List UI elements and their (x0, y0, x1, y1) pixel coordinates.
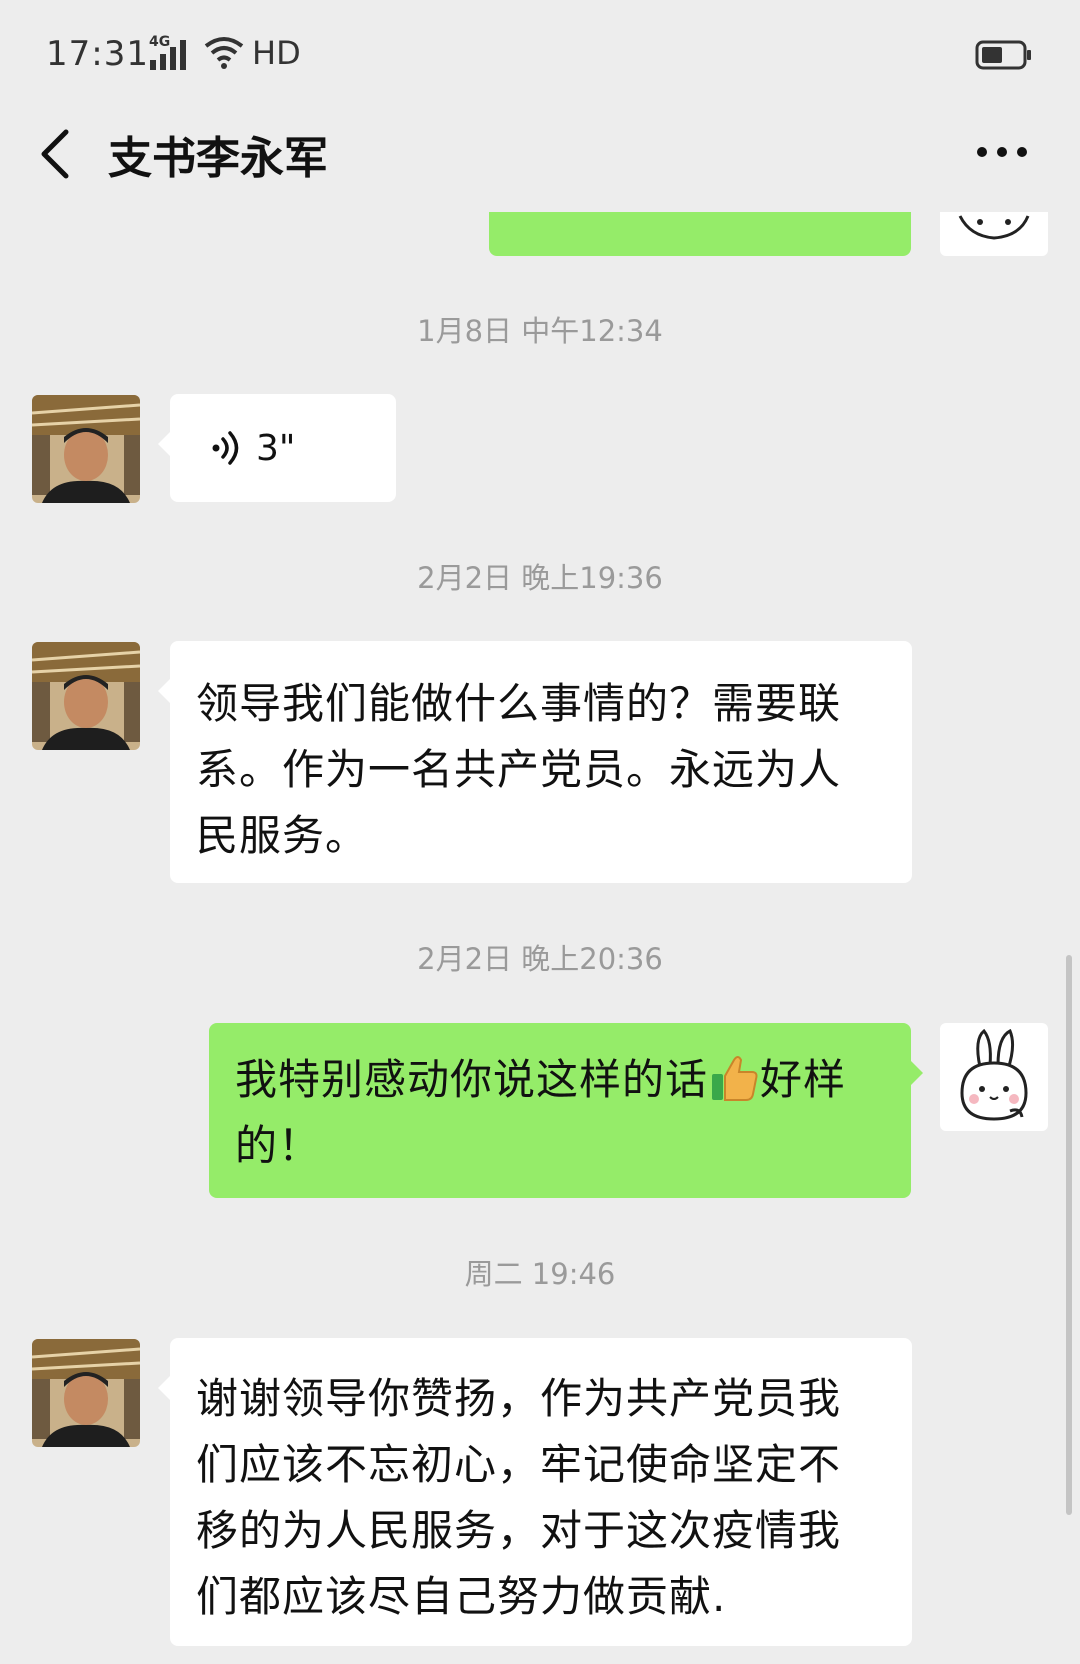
my-avatar[interactable] (940, 212, 1048, 256)
message-line: 系。作为一名共产党员。永远为人 (196, 745, 842, 794)
text-message-bubble[interactable]: 领导我们能做什么事情的？需要联 系。作为一名共产党员。永远为人 民服务。 (158, 641, 912, 883)
voice-wave-icon (212, 431, 239, 465)
message-bubble-partial[interactable] (489, 212, 911, 256)
contact-avatar[interactable] (32, 395, 140, 503)
message-line: 领导我们能做什么事情的？需要联 (196, 679, 842, 728)
hd-label: HD (252, 34, 301, 72)
message-text-segment: 我特别感动你说这样的话 (235, 1055, 709, 1104)
message-line: 们都应该尽自己努力做贡献. (196, 1572, 727, 1621)
status-bar: 17:31 4G HD (0, 0, 1080, 104)
message-line: 民服务。 (196, 811, 369, 860)
bunny-avatar-icon (958, 215, 1030, 240)
contact-avatar[interactable] (32, 642, 140, 750)
my-avatar[interactable] (940, 1023, 1048, 1131)
status-time: 17:31 (46, 34, 149, 74)
message-line: 移的为人民服务，对于这次疫情我 (196, 1506, 842, 1555)
contact-photo (32, 642, 140, 750)
message-line: 我特别感动你说这样的话 好样 (235, 1047, 885, 1113)
text-message-bubble-outgoing[interactable]: 我特别感动你说这样的话 好样 的！ (209, 1023, 923, 1198)
chat-title: 支书李永军 (108, 133, 328, 184)
more-horizontal-icon[interactable] (972, 132, 1032, 172)
contact-photo (32, 395, 140, 503)
message-text-segment: 好样 (760, 1055, 847, 1104)
timestamp: 2月2日 晚上20:36 (417, 942, 663, 976)
thumbs-up-icon (712, 1056, 758, 1101)
contact-avatar[interactable] (32, 1339, 140, 1447)
message-line: 的！ (235, 1121, 322, 1170)
wifi-icon (204, 37, 244, 69)
timestamp: 2月2日 晚上19:36 (417, 561, 663, 595)
message-line: 们应该不忘初心，牢记使命坚定不 (196, 1440, 842, 1489)
voice-message-bubble[interactable]: 3" (158, 394, 396, 502)
timestamp: 1月8日 中午12:34 (417, 314, 663, 348)
voice-duration: 3" (256, 428, 296, 469)
cellular-signal-icon (150, 40, 186, 70)
bunny-avatar-icon (960, 1028, 1028, 1121)
chat-header: 支书李永军 (0, 104, 1080, 208)
contact-photo (32, 1339, 140, 1447)
timestamp: 周二 19:46 (464, 1257, 616, 1291)
text-message-bubble[interactable]: 谢谢领导你赞扬，作为共产党员我 们应该不忘初心，牢记使命坚定不 移的为人民服务，… (158, 1338, 912, 1646)
chevron-left-icon[interactable] (36, 126, 76, 182)
scrollbar[interactable] (1066, 955, 1072, 1515)
battery-icon (975, 40, 1031, 70)
message-line: 谢谢领导你赞扬，作为共产党员我 (196, 1374, 842, 1423)
